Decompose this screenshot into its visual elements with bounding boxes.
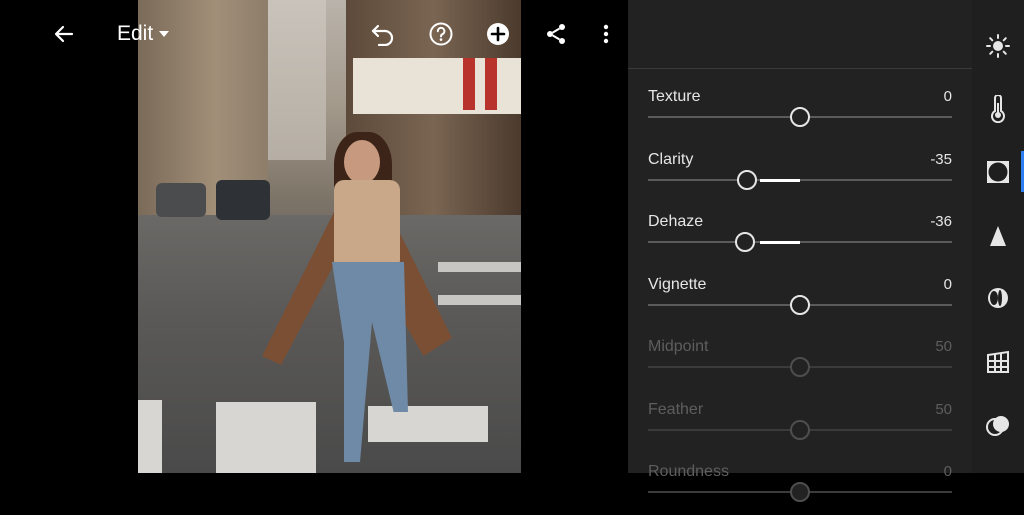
slider-row-roundness: Roundness 0 [648, 453, 952, 515]
slider-label: Texture [648, 88, 701, 105]
color-temperature-icon[interactable] [984, 95, 1012, 123]
slider-value[interactable]: 0 [944, 463, 952, 480]
slider-label: Vignette [648, 276, 707, 293]
optics-icon[interactable] [984, 284, 1012, 312]
slider-row-clarity: Clarity -35 [648, 141, 952, 203]
slider-label: Dehaze [648, 213, 704, 230]
slider-thumb[interactable] [790, 482, 810, 502]
add-icon[interactable] [482, 18, 514, 50]
slider-label: Roundness [648, 463, 729, 480]
slider-thumb[interactable] [735, 232, 756, 252]
slider-thumb[interactable] [790, 357, 810, 377]
slider-value[interactable]: 0 [944, 88, 952, 105]
help-icon[interactable] [425, 18, 457, 50]
detail-icon[interactable] [984, 222, 1012, 250]
top-toolbar: Edit [0, 0, 628, 68]
photo-crosswalk-stripe [368, 406, 488, 442]
slider-row-feather: Feather 50 [648, 391, 952, 453]
light-icon[interactable] [984, 32, 1012, 60]
photo-crosswalk-stripe [438, 262, 521, 272]
photo-canvas[interactable] [0, 0, 628, 473]
mode-dropdown-label: Edit [117, 22, 154, 45]
panel-header [628, 0, 972, 69]
slider-thumb[interactable] [736, 170, 757, 190]
slider-row-midpoint: Midpoint 50 [648, 328, 952, 390]
slider-label: Midpoint [648, 338, 709, 355]
slider-value[interactable]: 0 [944, 276, 952, 293]
share-icon[interactable] [540, 18, 572, 50]
presets-icon[interactable] [984, 412, 1012, 440]
photo-car [156, 183, 206, 217]
slider-track[interactable] [648, 241, 952, 243]
slider-thumb[interactable] [790, 295, 810, 315]
photo-crosswalk-stripe [438, 295, 521, 305]
effects-icon[interactable] [984, 158, 1012, 186]
chevron-down-icon [159, 31, 170, 37]
more-vertical-icon[interactable] [590, 18, 622, 50]
edited-photo[interactable] [138, 0, 521, 473]
photo-car [216, 180, 270, 220]
slider-value[interactable]: 50 [935, 338, 952, 355]
slider-value[interactable]: 50 [935, 401, 952, 418]
slider-label: Clarity [648, 151, 694, 168]
slider-thumb[interactable] [790, 420, 810, 440]
slider-label: Feather [648, 401, 704, 418]
slider-track[interactable] [648, 179, 952, 181]
photo-crosswalk-stripe [216, 402, 316, 473]
photo-person-face [344, 140, 380, 184]
tool-rail [972, 0, 1024, 473]
slider-value[interactable]: -36 [930, 213, 952, 230]
back-arrow-icon[interactable] [48, 18, 80, 50]
slider-row-texture: Texture 0 [648, 78, 952, 140]
slider-row-dehaze: Dehaze -36 [648, 203, 952, 265]
mode-dropdown[interactable]: Edit [117, 20, 170, 48]
slider-fill [760, 241, 800, 244]
undo-icon[interactable] [367, 18, 399, 50]
photo-person-sweater [334, 180, 400, 270]
slider-fill [760, 179, 800, 182]
slider-value[interactable]: -35 [930, 151, 952, 168]
geometry-icon[interactable] [984, 348, 1012, 376]
slider-thumb[interactable] [790, 107, 810, 127]
photo-crosswalk-stripe [138, 400, 162, 473]
slider-row-vignette: Vignette 0 [648, 266, 952, 328]
adjustments-panel: Texture 0 Clarity -35 Dehaze -36 Vignette 0 Midp… [628, 0, 972, 502]
